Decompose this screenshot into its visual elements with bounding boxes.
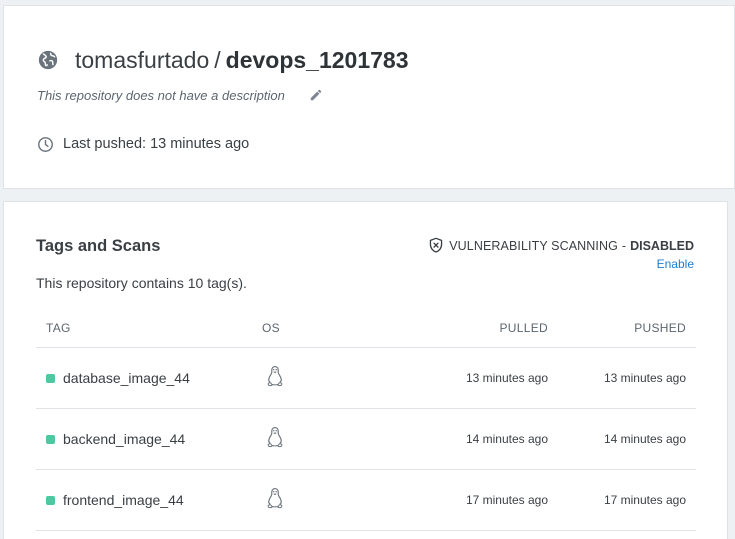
table-row: database_image_44 13 minutes ago 13 minu… (36, 348, 696, 409)
enable-scanning-link[interactable]: Enable (657, 257, 694, 271)
pulled-time: 14 minutes ago (465, 432, 548, 446)
column-header-tag[interactable]: TAG (36, 321, 262, 335)
pencil-icon[interactable] (309, 88, 323, 102)
table-row: frontend_image_44 17 minutes ago 17 minu… (36, 470, 696, 531)
clock-icon (38, 136, 53, 152)
repository-owner-link[interactable]: tomasfurtado (75, 47, 209, 74)
scan-separator: - (621, 238, 627, 253)
pushed-time: 14 minutes ago (603, 432, 686, 446)
tags-table: TAG OS PULLED PUSHED database_image_44 1… (36, 308, 696, 531)
column-header-os: OS (262, 320, 280, 335)
globe-icon (38, 50, 58, 70)
last-pushed-row: Last pushed: 13 minutes ago (37, 134, 249, 154)
repository-description-row: This repository does not have a descript… (37, 86, 323, 104)
section-title: Tags and Scans (36, 237, 161, 255)
tag-count-text: This repository contains 10 tag(s). (36, 275, 247, 291)
repository-title: tomasfurtado / devops_1201783 (37, 44, 409, 76)
table-row: backend_image_44 14 minutes ago 14 minut… (36, 409, 696, 470)
scan-state: DISABLED (630, 238, 694, 253)
last-pushed-text: Last pushed: 13 minutes ago (63, 136, 250, 152)
tags-and-scans-card: Tags and Scans VULNERABILITY SCANNING - … (3, 201, 728, 539)
column-header-pushed[interactable]: PUSHED (548, 321, 686, 335)
table-header: TAG OS PULLED PUSHED (36, 308, 696, 348)
repository-header-card: tomasfurtado / devops_1201783 This repos… (3, 5, 735, 189)
vulnerability-scanning-status: VULNERABILITY SCANNING - DISABLED (428, 237, 694, 254)
repository-separator: / (214, 46, 221, 73)
repository-description: This repository does not have a descript… (37, 87, 285, 103)
shield-x-icon (430, 237, 443, 253)
pulled-time: 17 minutes ago (465, 493, 548, 507)
status-dot (46, 434, 55, 444)
status-dot (46, 495, 55, 505)
pulled-time: 13 minutes ago (465, 371, 548, 385)
pushed-time: 13 minutes ago (603, 371, 686, 385)
linux-tux-icon (267, 365, 283, 386)
pushed-time: 17 minutes ago (603, 493, 686, 507)
column-header-pulled[interactable]: PULLED (372, 321, 548, 335)
tag-name-link[interactable]: database_image_44 (63, 370, 190, 386)
repository-name: devops_1201783 (225, 46, 409, 73)
tag-name-link[interactable]: frontend_image_44 (63, 492, 184, 508)
status-dot (46, 373, 55, 383)
linux-tux-icon (267, 426, 283, 447)
tag-name-link[interactable]: backend_image_44 (63, 431, 185, 447)
scan-label: VULNERABILITY SCANNING (449, 238, 618, 253)
linux-tux-icon (267, 487, 283, 508)
